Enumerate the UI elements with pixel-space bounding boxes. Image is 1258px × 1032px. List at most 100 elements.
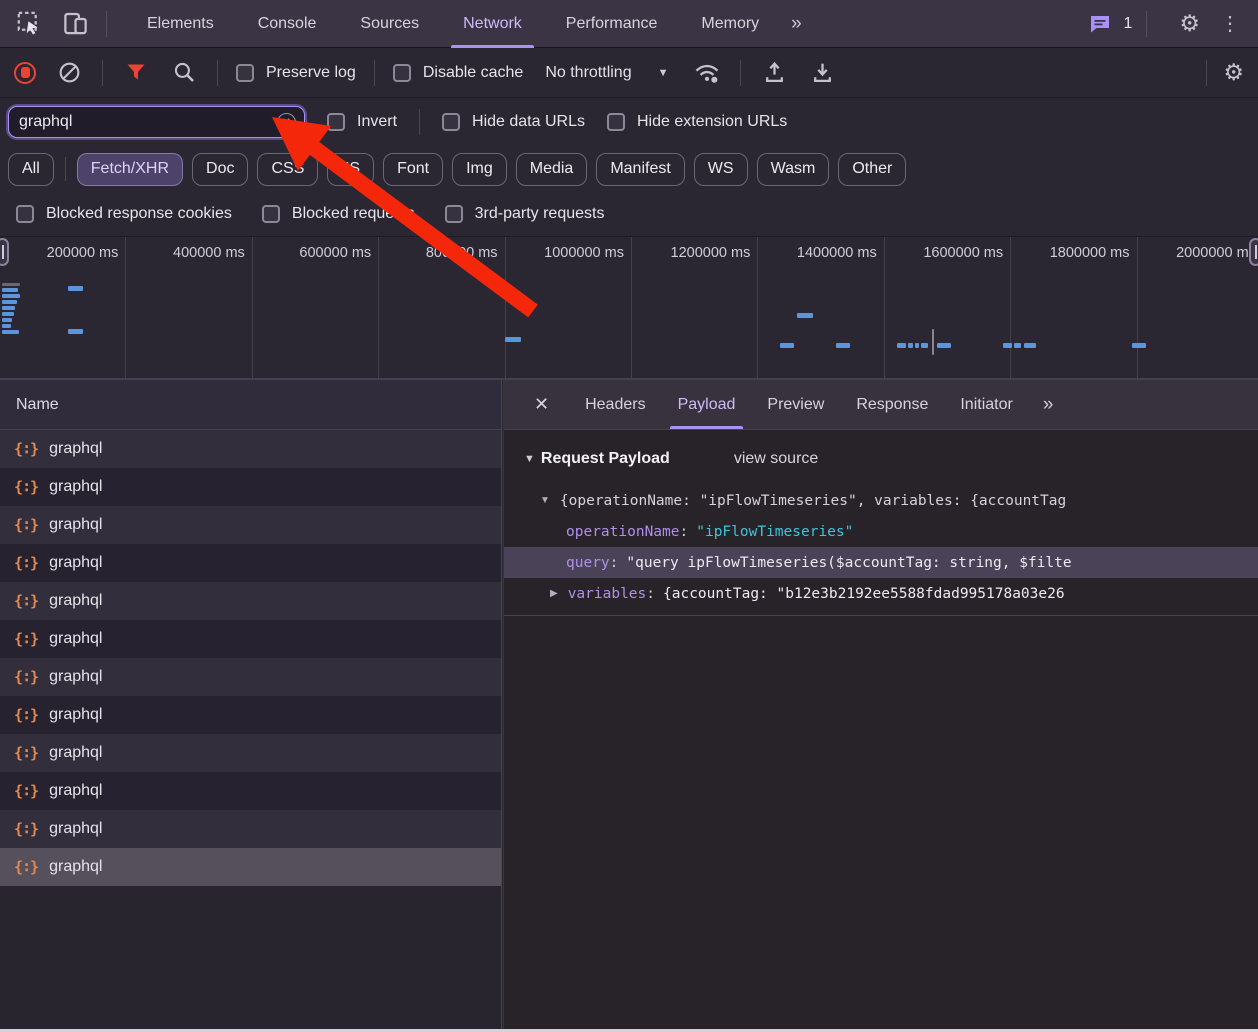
filter-input[interactable]: graphql ✕ xyxy=(8,106,305,138)
tab-memory[interactable]: Memory xyxy=(679,0,781,48)
chip-manifest[interactable]: Manifest xyxy=(596,153,684,186)
detail-tab-response[interactable]: Response xyxy=(840,380,944,429)
divider xyxy=(1146,11,1147,37)
request-row[interactable]: {∶} graphql xyxy=(0,620,501,658)
clear-network-log-icon[interactable] xyxy=(54,58,84,88)
more-tabs-icon[interactable]: » xyxy=(781,13,810,35)
clear-filter-icon[interactable]: ✕ xyxy=(277,113,296,132)
filter-blocked-requests-checkbox[interactable]: Blocked requests xyxy=(262,205,415,223)
request-row[interactable]: {∶}graphql xyxy=(0,848,501,886)
request-name: graphql xyxy=(49,478,102,496)
checkbox-icon[interactable] xyxy=(327,113,345,131)
request-row[interactable]: {∶}graphql xyxy=(0,468,501,506)
payload-row-variables[interactable]: ▶ variables: {accountTag: "b12e3b2192ee5… xyxy=(504,578,1258,609)
type-chip-row: All Fetch/XHR Doc CSS JS Font Img MediaManifest… xyxy=(0,146,1258,192)
checkbox-icon[interactable] xyxy=(236,64,254,82)
export-har-icon[interactable] xyxy=(807,58,837,88)
filter-funnel-icon[interactable] xyxy=(121,58,151,88)
payload-row-operationname[interactable]: operationName: "ipFlowTimeseries" xyxy=(504,516,1258,547)
checkbox-label: Blocked response cookies xyxy=(46,205,232,223)
close-detail-icon[interactable]: ✕ xyxy=(520,380,563,429)
payload-value: "query ipFlowTimeseries($accountTag: str… xyxy=(626,555,1071,571)
invert-checkbox[interactable]: Invert xyxy=(327,113,397,131)
chip-wasm[interactable]: Wasm xyxy=(757,153,830,186)
filter-input-value[interactable]: graphql xyxy=(19,113,269,131)
import-har-icon[interactable] xyxy=(759,58,789,88)
checkbox-icon[interactable] xyxy=(16,205,34,223)
checkbox-icon[interactable] xyxy=(262,205,280,223)
request-name: graphql xyxy=(49,706,102,724)
more-options-icon[interactable]: ⋮ xyxy=(1214,14,1246,34)
inspect-element-icon[interactable] xyxy=(14,9,44,39)
chip-all[interactable]: All xyxy=(8,153,54,186)
checkbox-icon[interactable] xyxy=(442,113,460,131)
chip-media[interactable]: Media xyxy=(516,153,588,186)
json-icon: {∶} xyxy=(14,630,38,648)
request-payload-section[interactable]: ▼ Request Payload view source xyxy=(504,444,1258,474)
timeline-right-handle[interactable] xyxy=(1249,238,1258,266)
json-icon: {∶} xyxy=(14,782,38,800)
throttling-select[interactable]: No throttling ▼ xyxy=(541,64,668,82)
request-row[interactable]: {∶}graphql xyxy=(0,430,501,468)
chip-font[interactable]: Font xyxy=(383,153,443,186)
chip-img[interactable]: Img xyxy=(452,153,507,186)
expand-triangle-icon[interactable]: ▼ xyxy=(540,495,550,506)
request-row[interactable]: {∶}graphql xyxy=(0,658,501,696)
checkbox-icon[interactable] xyxy=(445,205,463,223)
filter-3rd-party-requests-checkbox[interactable]: 3rd-party requests xyxy=(445,205,605,223)
request-row[interactable]: {∶}graphql xyxy=(0,696,501,734)
record-network-log-icon[interactable] xyxy=(14,62,36,84)
request-row[interactable]: {∶}graphql xyxy=(0,734,501,772)
filter-blocked-response-cookies-checkbox[interactable]: Blocked response cookies xyxy=(16,205,232,223)
json-icon: {∶} xyxy=(14,744,38,762)
disable-cache-checkbox[interactable]: Disable cache xyxy=(393,64,524,82)
name-column-header[interactable]: Name xyxy=(0,380,501,430)
payload-preview-row[interactable]: ▼ {operationName: "ipFlowTimeseries", va… xyxy=(504,485,1258,516)
timeline-overview[interactable]: 200000 ms400000 ms600000 ms800000 ms1000… xyxy=(0,236,1258,380)
preserve-log-checkbox[interactable]: Preserve log xyxy=(236,64,356,82)
timeline-column: 1000000 ms xyxy=(506,237,632,378)
timeline-tick-label: 1400000 ms xyxy=(797,245,884,378)
chip-other[interactable]: Other xyxy=(838,153,906,186)
timeline-left-handle[interactable] xyxy=(0,238,9,266)
tab-performance[interactable]: Performance xyxy=(544,0,680,48)
chip-fetch-xhr[interactable]: Fetch/XHR xyxy=(77,153,183,186)
request-row[interactable]: {∶}graphql xyxy=(0,506,501,544)
network-conditions-icon[interactable] xyxy=(692,58,722,88)
detail-tab-headers[interactable]: Headers xyxy=(569,380,661,429)
chip-css[interactable]: CSS xyxy=(257,153,318,186)
request-row[interactable]: {∶}graphql xyxy=(0,772,501,810)
message-count: 1 xyxy=(1123,15,1132,33)
hide-extension-urls-checkbox[interactable]: Hide extension URLs xyxy=(607,113,787,131)
console-messages-icon[interactable] xyxy=(1085,9,1115,39)
search-icon[interactable] xyxy=(169,58,199,88)
tab-network[interactable]: Network xyxy=(441,0,544,48)
device-toolbar-icon[interactable] xyxy=(60,9,90,39)
payload-row-query[interactable]: query: "query ipFlowTimeseries($accountT… xyxy=(504,547,1258,578)
more-detail-tabs-icon[interactable]: » xyxy=(1035,380,1060,429)
checkbox-icon[interactable] xyxy=(393,64,411,82)
timeline-tick-label: 2000000 ms xyxy=(1176,245,1258,378)
tab-console[interactable]: Console xyxy=(236,0,339,48)
collapse-triangle-icon[interactable]: ▼ xyxy=(524,453,535,465)
tab-elements[interactable]: Elements xyxy=(125,0,236,48)
expand-triangle-icon[interactable]: ▶ xyxy=(550,588,558,599)
settings-gear-icon[interactable]: ⚙ xyxy=(1179,12,1200,35)
request-row[interactable]: {∶}graphql xyxy=(0,582,501,620)
tab-strip: ElementsConsoleSourcesNetworkPerformance… xyxy=(125,0,781,48)
chip-doc[interactable]: Doc xyxy=(192,153,248,186)
detail-tab-payload[interactable]: Payload xyxy=(662,380,752,429)
detail-tab-initiator[interactable]: Initiator xyxy=(944,380,1028,429)
checkbox-icon[interactable] xyxy=(607,113,625,131)
network-settings-gear-icon[interactable]: ⚙ xyxy=(1223,61,1244,84)
request-name: graphql xyxy=(49,630,102,648)
request-row[interactable]: {∶}graphql xyxy=(0,810,501,848)
tab-sources[interactable]: Sources xyxy=(338,0,441,48)
request-row[interactable]: {∶}graphql xyxy=(0,544,501,582)
detail-tab-preview[interactable]: Preview xyxy=(751,380,840,429)
timeline-column: 2000000 ms xyxy=(1138,237,1258,378)
hide-data-urls-checkbox[interactable]: Hide data URLs xyxy=(442,113,585,131)
chip-ws[interactable]: WS xyxy=(694,153,748,186)
chip-js[interactable]: JS xyxy=(327,153,374,186)
view-source-link[interactable]: view source xyxy=(734,450,818,468)
